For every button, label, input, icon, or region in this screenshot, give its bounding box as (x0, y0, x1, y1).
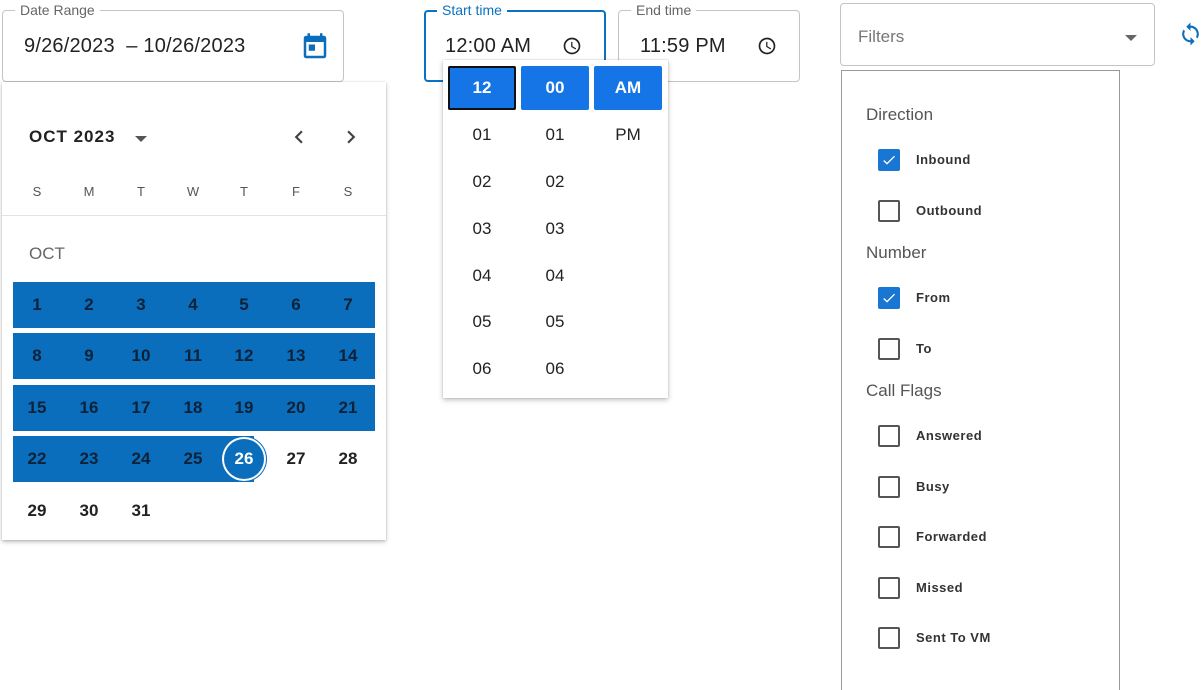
meridiem-option[interactable]: AM (594, 66, 662, 110)
filter-section-title: Call Flags (866, 381, 942, 400)
date-range-field[interactable]: Date Range 9/26/2023 – 10/26/2023 (2, 2, 344, 82)
calendar-day[interactable]: 8 (17, 336, 57, 376)
calendar-day[interactable]: 10 (121, 336, 161, 376)
calendar-day[interactable]: 19 (224, 388, 264, 428)
calendar-day[interactable]: 26 (224, 439, 264, 479)
weekday-label: T (137, 184, 145, 199)
weekday-label: F (292, 184, 300, 199)
calendar-day[interactable]: 12 (224, 336, 264, 376)
start-time-value[interactable]: 12:00 AM (445, 35, 531, 58)
minutes-option[interactable]: 05 (521, 300, 589, 344)
calendar-day[interactable]: 21 (328, 388, 368, 428)
end-time-label: End time (631, 2, 697, 18)
filters-placeholder: Filters (858, 27, 905, 46)
hours-option[interactable]: 04 (448, 254, 516, 298)
filter-section-title: Number (866, 243, 927, 262)
minutes-option[interactable]: 01 (521, 113, 589, 157)
minutes-option[interactable]: 03 (521, 207, 589, 251)
caret-down-icon[interactable] (134, 131, 148, 142)
checkbox-answered[interactable] (878, 425, 900, 447)
calendar-day[interactable]: 25 (173, 439, 213, 479)
calendar-day[interactable]: 1 (17, 285, 57, 325)
divider (2, 215, 386, 216)
hours-option[interactable]: 03 (448, 207, 516, 251)
minutes-option[interactable]: 04 (521, 254, 589, 298)
meridiem-option[interactable]: PM (594, 113, 662, 157)
end-time-value[interactable]: 11:59 PM (640, 35, 726, 58)
checkbox-label[interactable]: Answered (916, 428, 982, 443)
calendar-day[interactable]: 6 (276, 285, 316, 325)
calendar-day[interactable]: 3 (121, 285, 161, 325)
month-year-label[interactable]: OCT 2023 (29, 127, 115, 147)
date-range-value[interactable]: 9/26/2023 – 10/26/2023 (24, 35, 245, 58)
checkbox-forwarded[interactable] (878, 526, 900, 548)
minutes-option[interactable]: 02 (521, 160, 589, 204)
chevron-left-icon[interactable] (286, 124, 312, 150)
start-time-label: Start time (437, 2, 507, 18)
calendar-day[interactable]: 5 (224, 285, 264, 325)
weekday-label: S (32, 184, 42, 199)
calendar-day[interactable]: 18 (173, 388, 213, 428)
calendar-day[interactable]: 17 (121, 388, 161, 428)
clock-icon[interactable] (757, 36, 777, 56)
calendar-popup: OCT 2023 SMTWTFS OCT 1 2 3 4 5 6 7 8 9 10 11 12 13 14… (2, 82, 386, 540)
calendar-day[interactable]: 27 (276, 439, 316, 479)
minutes-option[interactable]: 00 (521, 66, 589, 110)
calendar-day[interactable]: 23 (69, 439, 109, 479)
filters-panel: Direction Inbound Outbound Number From To Call… (841, 70, 1120, 690)
refresh-icon[interactable] (1178, 20, 1203, 48)
checkbox-from[interactable] (878, 287, 900, 309)
hours-option[interactable]: 02 (448, 160, 516, 204)
filter-section-title: Direction (866, 105, 934, 124)
calendar-day[interactable]: 11 (173, 336, 213, 376)
calendar-day[interactable]: 2 (69, 285, 109, 325)
calendar-day[interactable]: 13 (276, 336, 316, 376)
checkbox-outbound[interactable] (878, 199, 900, 222)
weekday-label: W (186, 184, 200, 199)
checkbox-to[interactable] (878, 337, 900, 360)
calendar-day[interactable]: 30 (69, 491, 109, 531)
calendar-day[interactable]: 9 (69, 336, 109, 376)
time-picker-popup: 12 01 02 03 04 05 06 00 01 02 03 04 05 06 AM PM (443, 60, 668, 398)
calendar-day[interactable]: 15 (17, 388, 57, 428)
calendar-day[interactable]: 20 (276, 388, 316, 428)
chevron-down-icon[interactable] (1124, 30, 1138, 41)
calendar-day[interactable]: 16 (69, 388, 109, 428)
checkbox-label[interactable]: To (916, 341, 932, 356)
checkbox-inbound[interactable] (878, 149, 900, 171)
weekday-label: M (83, 184, 95, 199)
hours-option[interactable]: 05 (448, 300, 516, 344)
checkbox-sent-to-vm[interactable] (878, 627, 900, 649)
weekday-label: T (240, 184, 248, 199)
checkbox-busy[interactable] (878, 475, 900, 498)
hours-option[interactable]: 12 (448, 66, 516, 110)
minutes-option[interactable]: 06 (521, 347, 589, 391)
filters-select[interactable]: Filters (840, 3, 1155, 66)
hours-option[interactable]: 06 (448, 347, 516, 391)
hours-option[interactable]: 01 (448, 113, 516, 157)
weekday-label: S (343, 184, 353, 199)
checkbox-label[interactable]: Busy (916, 479, 950, 494)
calendar-day[interactable]: 22 (17, 439, 57, 479)
checkbox-missed[interactable] (878, 576, 900, 599)
checkbox-label[interactable]: Missed (916, 580, 963, 595)
calendar-day[interactable]: 7 (328, 285, 368, 325)
clock-icon[interactable] (562, 36, 582, 56)
calendar-icon[interactable] (300, 32, 330, 62)
month-section-label: OCT (29, 244, 65, 263)
calendar-day[interactable]: 31 (121, 491, 161, 531)
calendar-day[interactable]: 28 (328, 439, 368, 479)
checkbox-label[interactable]: Outbound (916, 203, 982, 218)
checkbox-label[interactable]: Forwarded (916, 529, 987, 544)
chevron-right-icon[interactable] (338, 124, 364, 150)
calendar-day[interactable]: 14 (328, 336, 368, 376)
checkbox-label[interactable]: Sent To VM (916, 630, 991, 645)
checkbox-label[interactable]: Inbound (916, 152, 971, 167)
calendar-day[interactable]: 4 (173, 285, 213, 325)
calendar-day[interactable]: 24 (121, 439, 161, 479)
date-range-label: Date Range (15, 2, 100, 18)
calendar-day[interactable]: 29 (17, 491, 57, 531)
checkbox-label[interactable]: From (916, 290, 951, 305)
